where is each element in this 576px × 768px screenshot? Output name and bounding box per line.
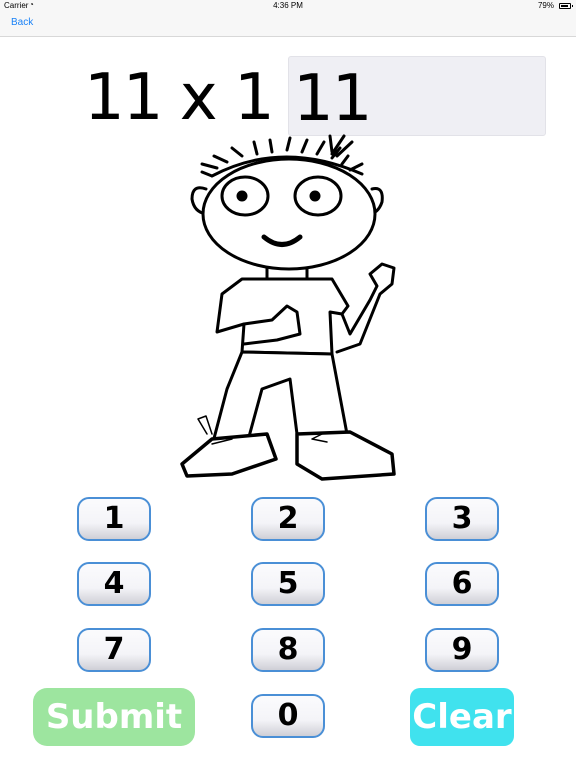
submit-button[interactable]: Submit — [33, 688, 195, 746]
key-7[interactable]: 7 — [77, 628, 151, 672]
key-1[interactable]: 1 — [77, 497, 151, 541]
navigation-bar: Back — [0, 12, 576, 37]
key-5[interactable]: 5 — [251, 562, 325, 606]
key-8[interactable]: 8 — [251, 628, 325, 672]
answer-field[interactable]: 11 — [288, 56, 546, 136]
key-3[interactable]: 3 — [425, 497, 499, 541]
key-9[interactable]: 9 — [425, 628, 499, 672]
key-6[interactable]: 6 — [425, 562, 499, 606]
status-bar: Carrier ◔ 4:36 PM 79% — [0, 0, 576, 12]
battery-tip — [572, 5, 573, 7]
key-0[interactable]: 0 — [251, 694, 325, 738]
key-2[interactable]: 2 — [251, 497, 325, 541]
battery-icon — [559, 3, 571, 9]
status-time: 4:36 PM — [273, 1, 303, 10]
battery-percent: 79% — [537, 1, 554, 10]
clear-button[interactable]: Clear — [410, 688, 514, 746]
back-button[interactable]: Back — [11, 17, 33, 28]
boy-illustration — [180, 134, 396, 481]
answer-value: 11 — [293, 62, 372, 136]
head — [201, 157, 377, 271]
shirt — [215, 277, 350, 356]
key-4[interactable]: 4 — [77, 562, 151, 606]
